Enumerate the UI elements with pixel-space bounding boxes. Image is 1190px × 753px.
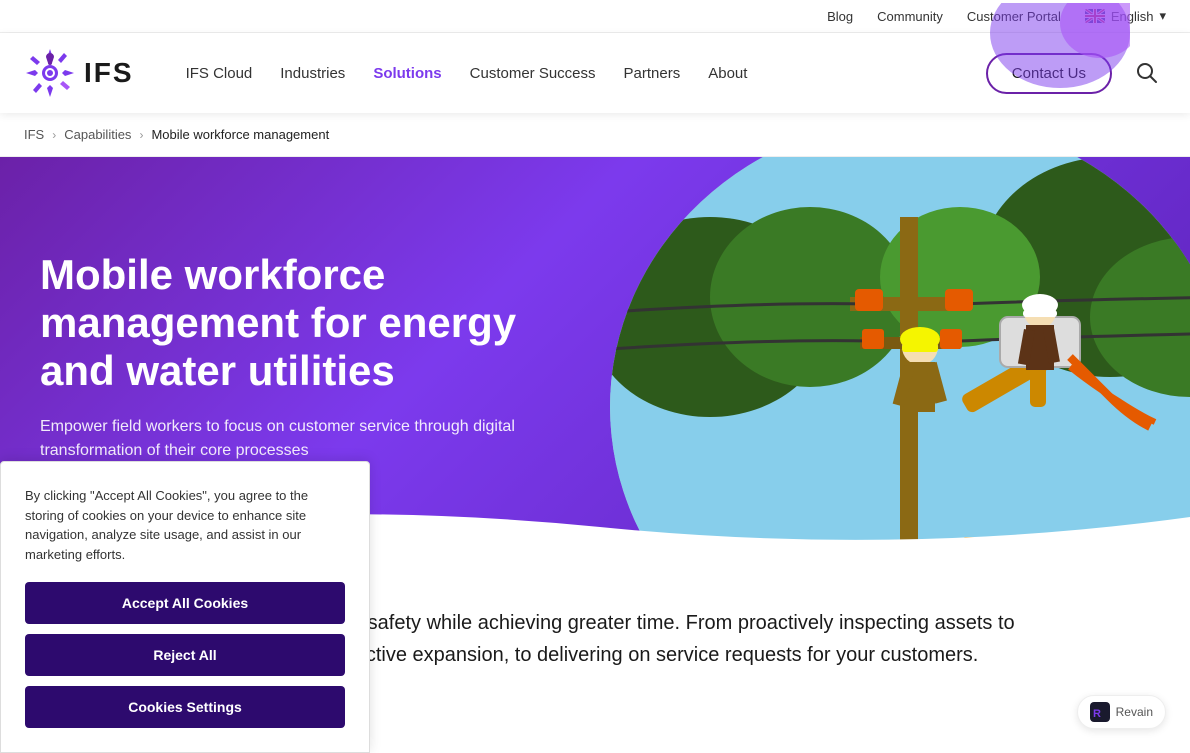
hero-subtitle: Empower field workers to focus on custom… [40,415,540,463]
svg-text:R: R [1093,708,1101,720]
nav-solutions[interactable]: Solutions [361,57,453,90]
contact-us-button[interactable]: Contact Us [986,53,1112,94]
breadcrumb-separator-2: › [139,128,143,142]
logo-link[interactable]: IFS [24,47,134,99]
breadcrumb-capabilities[interactable]: Capabilities [64,127,131,142]
language-selector[interactable]: English ▾ [1085,8,1166,24]
chevron-down-icon: ▾ [1159,8,1166,24]
logo-text: IFS [84,57,134,89]
breadcrumb: IFS › Capabilities › Mobile workforce ma… [0,113,1190,157]
breadcrumb-separator-1: › [52,128,56,142]
top-bar: Blog Community Customer Portal English ▾ [0,0,1190,33]
breadcrumb-current: Mobile workforce management [151,127,329,142]
cookie-banner: By clicking "Accept All Cookies", you ag… [0,461,370,753]
ifs-logo-sunburst [24,47,76,99]
nav-links: IFS Cloud Industries Solutions Customer … [174,57,986,90]
customer-portal-link[interactable]: Customer Portal [967,9,1061,24]
search-button[interactable] [1128,54,1166,92]
nav-right: Contact Us [986,53,1166,94]
search-icon [1136,62,1158,84]
hero-title: Mobile workforce management for energy a… [40,251,540,396]
nav-industries[interactable]: Industries [268,57,357,90]
main-nav: IFS IFS Cloud Industries Solutions Custo… [0,33,1190,113]
community-link[interactable]: Community [877,9,943,24]
revain-icon: R [1090,702,1110,722]
language-label: English [1111,9,1154,24]
nav-customer-success[interactable]: Customer Success [458,57,608,90]
flag-icon [1085,9,1105,23]
revain-label: Revain [1116,705,1153,719]
revain-badge: R Revain [1077,695,1166,729]
nav-ifs-cloud[interactable]: IFS Cloud [174,57,265,90]
cookies-settings-button[interactable]: Cookies Settings [25,686,345,728]
reject-cookies-button[interactable]: Reject All [25,634,345,676]
cookie-description: By clicking "Accept All Cookies", you ag… [25,486,345,564]
nav-about[interactable]: About [696,57,759,90]
blog-link[interactable]: Blog [827,9,853,24]
nav-partners[interactable]: Partners [612,57,693,90]
accept-cookies-button[interactable]: Accept All Cookies [25,582,345,624]
breadcrumb-ifs[interactable]: IFS [24,127,44,142]
